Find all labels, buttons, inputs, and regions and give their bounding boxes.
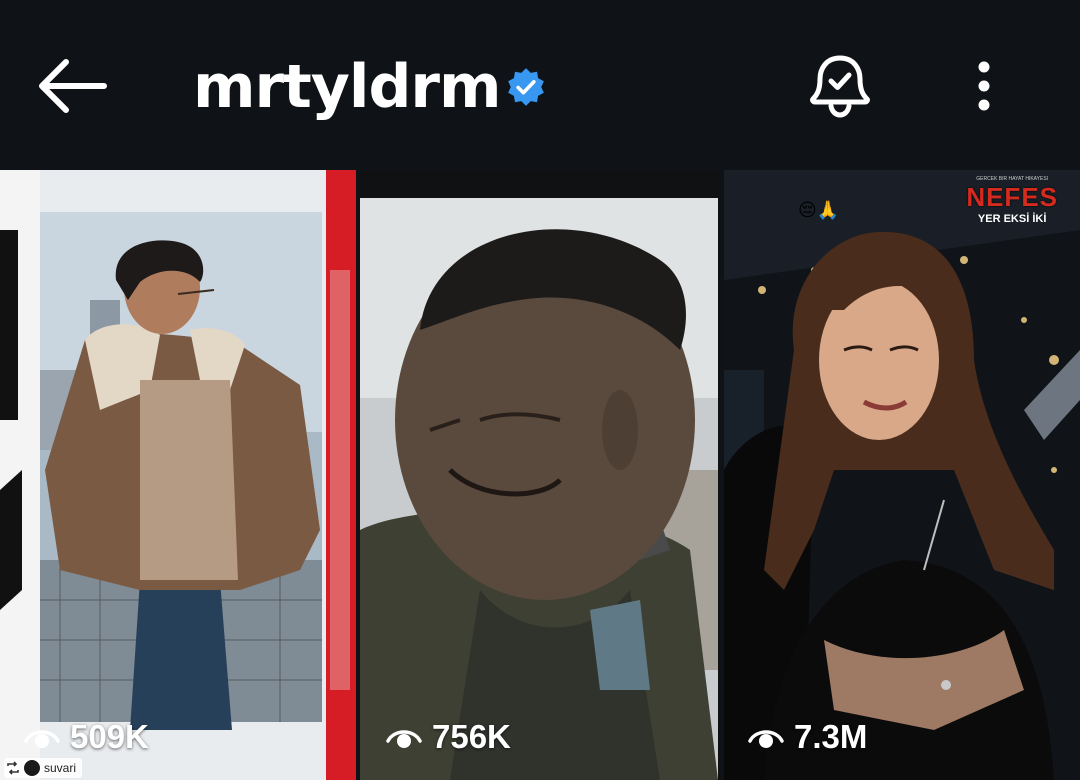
profile-username: mrtyldrm: [193, 52, 502, 122]
view-count-value: 509K: [70, 718, 149, 755]
more-vertical-icon: [978, 61, 990, 111]
logo-subtitle: YER EKSİ İKİ: [977, 213, 1047, 225]
repost-badge: suvari: [4, 758, 83, 778]
notifications-button[interactable]: [806, 52, 874, 120]
arrow-left-icon: [39, 59, 107, 113]
profile-header: mrtyldrm: [0, 0, 1080, 170]
view-count-value: 756K: [432, 718, 511, 755]
reel-tile[interactable]: 756K: [360, 170, 720, 780]
eye-icon: [24, 730, 60, 748]
eye-icon: [748, 730, 784, 748]
view-count: 756K: [386, 718, 511, 756]
reels-grid: 509K suvari 756K 😔🙏 GERCEK BIR HAYAT HIK…: [0, 170, 1080, 780]
reel-thumbnail-image: [0, 170, 356, 780]
reel-thumbnail-image: [360, 170, 720, 780]
more-options-button[interactable]: [964, 52, 1004, 120]
repost-icon: [7, 761, 19, 775]
view-count: 7.3M: [748, 718, 867, 756]
view-count-value: 7.3M: [794, 718, 868, 755]
back-button[interactable]: [30, 52, 114, 120]
nefes-logo: GERCEK BIR HAYAT HIKAYESI NEFES YER EKSİ…: [966, 176, 1058, 225]
eye-icon: [386, 730, 422, 748]
logo-title: NEFES: [966, 182, 1058, 212]
repost-avatar: [24, 760, 40, 776]
view-count: 509K: [24, 718, 149, 756]
bell-check-icon: [810, 55, 870, 118]
repost-username: suvari: [44, 761, 77, 775]
caption-emojis: 😔🙏: [798, 200, 840, 221]
reel-tile[interactable]: 509K suvari: [0, 170, 356, 780]
verified-badge-icon: [508, 68, 544, 106]
reel-tile[interactable]: 😔🙏 GERCEK BIR HAYAT HIKAYESI NEFES YER E…: [724, 170, 1080, 780]
reel-thumbnail-image: [724, 170, 1080, 780]
